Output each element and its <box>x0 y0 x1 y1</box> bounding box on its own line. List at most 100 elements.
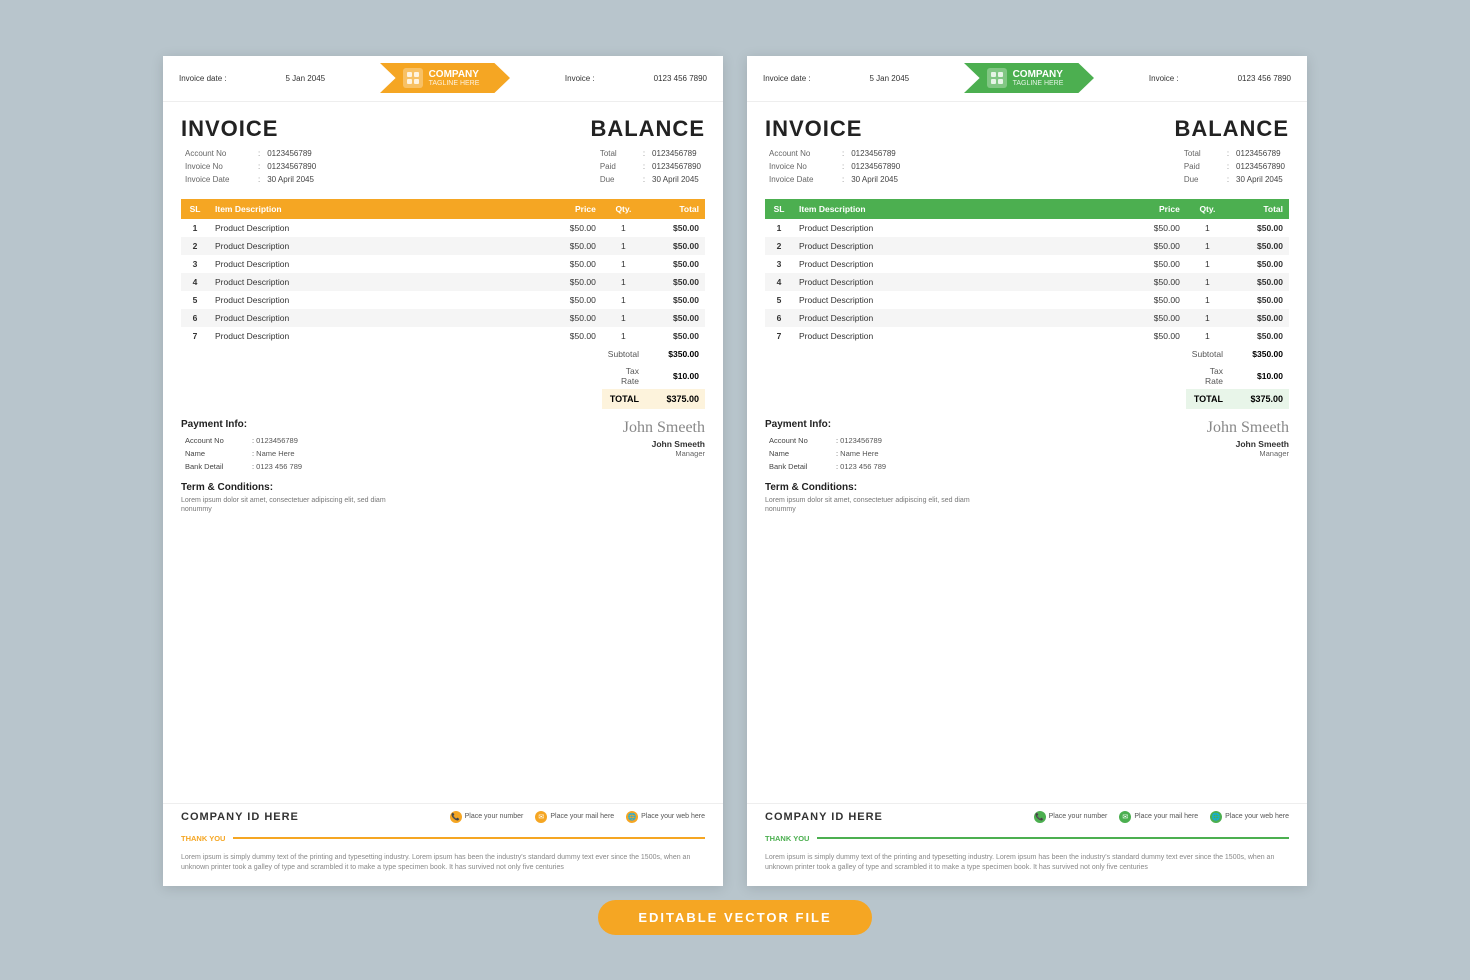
phone-icon-right: 📞 <box>1034 811 1046 823</box>
invoice-number-value-right: 0123 456 7890 <box>1238 74 1291 83</box>
payment-info-right: Payment Info: Account No: 0123456789 Nam… <box>765 419 890 474</box>
footer-web-left: 🌐 Place your web here <box>626 811 705 823</box>
page-background: Invoice date : 5 Jan 2045 COMPANY TAGLIN… <box>0 0 1470 980</box>
invoice-details-left: Account No:0123456789 Invoice No:0123456… <box>181 146 320 187</box>
company-badge-right: COMPANY TAGLINE HERE <box>964 63 1094 93</box>
company-text-right: COMPANY TAGLINE HERE <box>1013 69 1064 87</box>
signature-title-left: Manager <box>623 449 705 458</box>
table-row: 7 Product Description $50.00 1 $50.00 <box>765 327 1289 345</box>
bal-due-value: 30 April 2045 <box>650 174 703 185</box>
invoice-title-row-right: INVOICE Account No:0123456789 Invoice No… <box>765 116 1289 187</box>
taxrate-value-left: $10.00 <box>645 363 705 389</box>
invoice-number-value-left: 0123 456 7890 <box>654 74 707 83</box>
taxrate-label-right: Tax Rate <box>1186 363 1229 389</box>
table-row: 2 Product Description $50.00 1 $50.00 <box>765 237 1289 255</box>
items-table-right: SL Item Description Price Qty. Total 1 P… <box>765 199 1289 409</box>
company-id-left: COMPANY ID HERE <box>181 811 299 823</box>
balance-block-left: BALANCE Total:0123456789 Paid:0123456789… <box>590 116 705 187</box>
taxrate-label-left: Tax Rate <box>602 363 645 389</box>
invno-value: 01234567890 <box>265 161 318 172</box>
bal-paid-label: Paid <box>598 161 638 172</box>
web-icon-left: 🌐 <box>626 811 638 823</box>
bal-due-label: Due <box>598 174 638 185</box>
table-row: 7 Product Description $50.00 1 $50.00 <box>181 327 705 345</box>
col-sl-right: SL <box>765 199 793 219</box>
payment-terms-row-right: Payment Info: Account No: 0123456789 Nam… <box>765 419 1289 474</box>
invoice-date-right: Invoice date : <box>763 74 811 83</box>
table-row: 3 Product Description $50.00 1 $50.00 <box>765 255 1289 273</box>
acct-value: 0123456789 <box>265 148 318 159</box>
subtotal-row-right: Subtotal $350.00 <box>765 345 1289 363</box>
table-row: 6 Product Description $50.00 1 $50.00 <box>181 309 705 327</box>
invoice-main-title-right: INVOICE <box>765 116 904 142</box>
invoice-date-left: Invoice date : <box>179 74 227 83</box>
subtotal-label-right: Subtotal <box>1186 345 1229 363</box>
taxrate-row-right: Tax Rate $10.00 <box>765 363 1289 389</box>
table-row: 4 Product Description $50.00 1 $50.00 <box>181 273 705 291</box>
subtotal-value-right: $350.00 <box>1229 345 1289 363</box>
invoice-main-title-left: INVOICE <box>181 116 320 142</box>
invno-label: Invoice No <box>183 161 253 172</box>
col-total-right: Total <box>1229 199 1289 219</box>
terms-text-left: Lorem ipsum dolor sit amet, consectetuer… <box>181 496 401 516</box>
footer-phone-right: 📞 Place your number <box>1034 811 1108 823</box>
payment-title-right: Payment Info: <box>765 419 890 430</box>
email-icon-right: ✉ <box>1119 811 1131 823</box>
signature-script-left: John Smeeth <box>623 419 705 437</box>
company-logo-icon-right <box>987 68 1007 88</box>
signature-block-right: John Smeeth John Smeeth Manager <box>1207 419 1289 474</box>
terms-title-right: Term & Conditions: <box>765 482 1289 493</box>
items-table-left: SL Item Description Price Qty. Total 1 P… <box>181 199 705 409</box>
table-header-row-left: SL Item Description Price Qty. Total <box>181 199 705 219</box>
invoices-row: Invoice date : 5 Jan 2045 COMPANY TAGLIN… <box>163 56 1307 886</box>
table-row: 3 Product Description $50.00 1 $50.00 <box>181 255 705 273</box>
footer-phone-left: 📞 Place your number <box>450 811 524 823</box>
taxrate-value-right: $10.00 <box>1229 363 1289 389</box>
balance-details-right: Total:0123456789 Paid:01234567890 Due:30… <box>1174 146 1289 187</box>
thankyou-bar-right: THANK YOU <box>747 830 1307 847</box>
balance-block-right: BALANCE Total:0123456789 Paid:0123456789… <box>1174 116 1289 187</box>
invoice-card-right: Invoice date : 5 Jan 2045 COMPANY TAGLIN… <box>747 56 1307 886</box>
payment-title-left: Payment Info: <box>181 419 306 430</box>
bal-paid-value: 01234567890 <box>650 161 703 172</box>
company-name-right: COMPANY <box>1013 69 1064 80</box>
company-name-left: COMPANY <box>429 69 480 80</box>
thankyou-line-left <box>233 837 705 839</box>
thankyou-bar-left: THANK YOU <box>163 830 723 847</box>
signature-title-right: Manager <box>1207 449 1289 458</box>
col-total-left: Total <box>645 199 705 219</box>
phone-icon-left: 📞 <box>450 811 462 823</box>
col-qty-left: Qty. <box>602 199 645 219</box>
invoice-header-left: Invoice date : 5 Jan 2045 COMPANY TAGLIN… <box>163 56 723 102</box>
terms-block-right: Term & Conditions: Lorem ipsum dolor sit… <box>765 482 1289 516</box>
balance-main-title-right: BALANCE <box>1174 116 1289 142</box>
table-row: 5 Product Description $50.00 1 $50.00 <box>765 291 1289 309</box>
invoice-date-value-right: 5 Jan 2045 <box>870 74 910 83</box>
invoice-number-label-right: Invoice : <box>1149 74 1179 83</box>
bottom-text-left: Lorem ipsum is simply dummy text of the … <box>163 847 723 886</box>
invdate-label: Invoice Date <box>183 174 253 185</box>
signature-name-left: John Smeeth <box>623 439 705 449</box>
bal-total-label: Total <box>598 148 638 159</box>
col-price-right: Price <box>1116 199 1186 219</box>
table-row: 1 Product Description $50.00 1 $50.00 <box>181 219 705 237</box>
company-logo-icon-left <box>403 68 423 88</box>
total-label-right: TOTAL <box>1186 389 1229 409</box>
invoice-title-block-left: INVOICE Account No:0123456789 Invoice No… <box>181 116 320 187</box>
table-row: 6 Product Description $50.00 1 $50.00 <box>765 309 1289 327</box>
invoice-header-right: Invoice date : 5 Jan 2045 COMPANY TAGLIN… <box>747 56 1307 102</box>
invoice-card-left: Invoice date : 5 Jan 2045 COMPANY TAGLIN… <box>163 56 723 886</box>
bottom-banner: EDITABLE VECTOR FILE <box>598 900 871 935</box>
thankyou-label-right: THANK YOU <box>765 834 809 843</box>
total-row-right: TOTAL $375.00 <box>765 389 1289 409</box>
total-value-right: $375.00 <box>1229 389 1289 409</box>
terms-text-right: Lorem ipsum dolor sit amet, consectetuer… <box>765 496 985 516</box>
subtotal-label-left: Subtotal <box>602 345 645 363</box>
invdate-value: 30 April 2045 <box>265 174 318 185</box>
table-row: 4 Product Description $50.00 1 $50.00 <box>765 273 1289 291</box>
company-badge-shape-right: COMPANY TAGLINE HERE <box>964 63 1094 93</box>
total-value-left: $375.00 <box>645 389 705 409</box>
invoice-title-row-left: INVOICE Account No:0123456789 Invoice No… <box>181 116 705 187</box>
balance-details-left: Total:0123456789 Paid:01234567890 Due:30… <box>590 146 705 187</box>
thankyou-label-left: THANK YOU <box>181 834 225 843</box>
